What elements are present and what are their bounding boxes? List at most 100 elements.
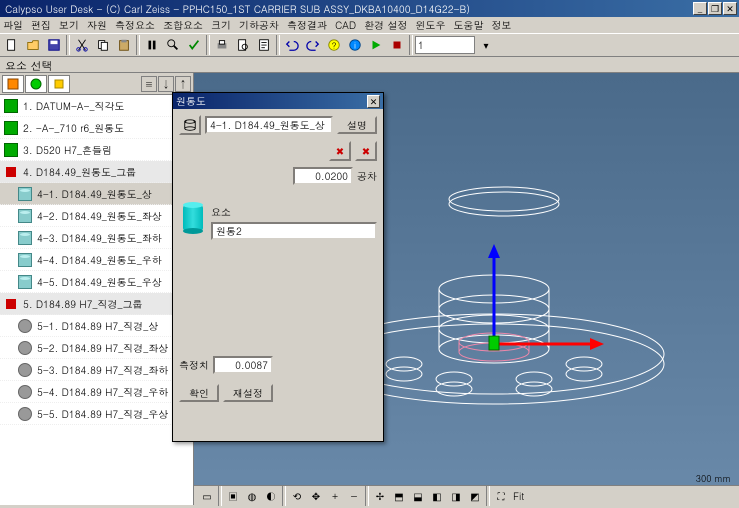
sidebar-tab-1[interactable] [2,75,24,93]
menu-assemble[interactable]: 조합요소 [163,18,203,32]
tree-item-label: 4. D184.49_원통도_그룹 [23,165,136,179]
tool-cut[interactable] [72,35,92,55]
menu-tool[interactable]: 기하공차 [239,18,279,32]
vt-move[interactable]: ✢ [371,488,389,504]
cyl-icon [16,185,34,203]
menubar: 파일 편집 보기 자원 측정요소 조합요소 크기 기하공차 측정결과 CAD 환… [0,17,739,33]
sidebar-tab-3[interactable] [48,75,70,93]
menu-env[interactable]: 환경 설정 [364,18,407,32]
tree-item-label: 4-2. D184.49_원통도_좌상 [37,209,162,223]
svg-text:?: ? [331,40,336,52]
tree-item[interactable]: 5-1. D184.89 H7_직경_상 [0,315,193,337]
tool-redo[interactable] [303,35,323,55]
red-icon [2,163,20,181]
dialog-desc-button[interactable]: 설명 [337,116,377,134]
tool-open[interactable] [23,35,43,55]
measured-input[interactable] [213,356,273,374]
vt-side[interactable]: ◧ [428,488,446,504]
tree-item[interactable]: 4-5. D184.49_원통도_우상 [0,271,193,293]
tree-item[interactable]: 4-4. D184.49_원통도_우하 [0,249,193,271]
tool-copy[interactable] [93,35,113,55]
gray-icon [16,339,34,357]
dialog-delete2-icon[interactable]: ✖ [355,141,377,161]
dialog-reset-button[interactable]: 재설정 [223,384,273,402]
tool-print[interactable] [212,35,232,55]
vt-persp[interactable]: ◩ [466,488,484,504]
menu-help[interactable]: 도움말 [453,18,483,32]
menu-measure[interactable]: 측정요소 [115,18,155,32]
tree-item[interactable]: 5-2. D184.89 H7_직경_좌상 [0,337,193,359]
vt-front[interactable]: ⬓ [409,488,427,504]
sidebar-list-icon[interactable]: ≡ [141,76,157,92]
tool-undo[interactable] [282,35,302,55]
menu-size[interactable]: 크기 [211,18,231,32]
dialog-name-input[interactable] [205,116,333,134]
tree-item[interactable]: 1. DATUM-A-_직각도 [0,95,193,117]
tool-save[interactable] [44,35,64,55]
menu-file[interactable]: 파일 [3,18,23,32]
tool-stop[interactable] [387,35,407,55]
vt-top[interactable]: ⬒ [390,488,408,504]
tool-new[interactable] [2,35,22,55]
vt-pan[interactable]: ✥ [307,488,325,504]
minimize-button[interactable]: _ [693,2,707,15]
gray-icon [16,405,34,423]
tree-item[interactable]: 2. -A-_710 r6_원통도 [0,117,193,139]
dialog-ok-button[interactable]: 확인 [179,384,219,402]
tool-find[interactable] [142,35,162,55]
dialog-cylindricity: 원통도 ✕ 설명 ✖ ✖ 공차 요소 측정치 [172,92,384,442]
tool-paste[interactable] [114,35,134,55]
tool-run[interactable] [366,35,386,55]
maximize-button[interactable]: ❐ [708,2,722,15]
tool-preview[interactable] [233,35,253,55]
toolbar-dropdown[interactable]: ▾ [476,35,496,55]
dialog-close[interactable]: ✕ [367,95,380,108]
tree-item[interactable]: 5. D184.89 H7_직경_그룹 [0,293,193,315]
tree-item[interactable]: 4-1. D184.49_원통도_상 [0,183,193,205]
tool-replace[interactable] [163,35,183,55]
menu-info[interactable]: 정보 [491,18,511,32]
element-input[interactable] [211,222,377,240]
tree-item[interactable]: 3. D520 H7_흔들림 [0,139,193,161]
toolbar-number-input[interactable] [415,36,475,54]
cylindricity-icon[interactable] [179,115,201,135]
tool-info[interactable]: i [345,35,365,55]
tool-report[interactable] [254,35,274,55]
sidebar-tab-2[interactable] [25,75,47,93]
tree-item[interactable]: 5-3. D184.89 H7_직경_좌하 [0,359,193,381]
gray-icon [16,383,34,401]
tolerance-label: 공차 [357,169,377,183]
tree: 1. DATUM-A-_직각도2. -A-_710 r6_원통도3. D520 … [0,95,193,505]
sidebar: ≡ ↓ ↑ 1. DATUM-A-_직각도2. -A-_710 r6_원통도3.… [0,73,194,505]
tree-item[interactable]: 4. D184.49_원통도_그룹 [0,161,193,183]
vt-select[interactable]: ▭ [198,488,216,504]
vt-rotate[interactable]: ⟲ [288,488,306,504]
vt-wire[interactable]: ▣ [224,488,242,504]
vt-shade[interactable]: ◍ [243,488,261,504]
tool-check[interactable] [184,35,204,55]
dialog-delete-icon[interactable]: ✖ [329,141,351,161]
menu-view[interactable]: 보기 [59,18,79,32]
vt-iso[interactable]: ◨ [447,488,465,504]
sidebar-up-arrow[interactable]: ↑ [175,76,191,92]
vt-zoomin[interactable]: + [326,488,344,504]
tree-item[interactable]: 4-3. D184.49_원통도_좌하 [0,227,193,249]
tolerance-input[interactable] [293,167,353,185]
vt-fit-icon[interactable]: ⛶ [492,488,510,504]
menu-result[interactable]: 측정결과 [287,18,327,32]
tool-help[interactable]: ? [324,35,344,55]
sidebar-down-arrow[interactable]: ↓ [158,76,174,92]
menu-resource[interactable]: 자원 [87,18,107,32]
menu-cad[interactable]: CAD [335,18,356,32]
dialog-titlebar[interactable]: 원통도 ✕ [173,93,383,109]
tree-item[interactable]: 4-2. D184.49_원통도_좌상 [0,205,193,227]
tree-item[interactable]: 5-4. D184.89 H7_직경_우하 [0,381,193,403]
vt-hidden[interactable]: ◐ [262,488,280,504]
menu-edit[interactable]: 편집 [31,18,51,32]
titlebar: Calypso User Desk - (C) Carl Zeiss - PPH… [0,0,739,17]
menu-window[interactable]: 윈도우 [415,18,445,32]
cyl-icon [16,207,34,225]
vt-zoomout[interactable]: − [345,488,363,504]
close-button[interactable]: ✕ [723,2,737,15]
tree-item[interactable]: 5-5. D184.89 H7_직경_우상 [0,403,193,425]
